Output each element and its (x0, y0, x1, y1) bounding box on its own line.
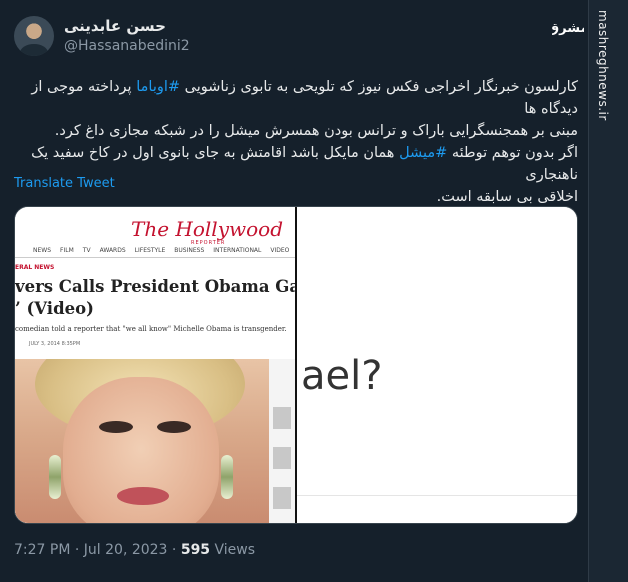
author-name[interactable]: حسن عابدینی (64, 17, 166, 35)
media-right-panel[interactable]: ael? (297, 207, 577, 523)
nav-item: INTERNATIONAL (213, 247, 262, 254)
article-deck: comedian told a reporter that "we all kn… (15, 325, 287, 333)
author-handle[interactable]: @Hassanabedini2 (64, 38, 190, 54)
watermark-text: mashreghnews.ir (596, 10, 610, 121)
hashtag-michelle[interactable]: #میشل (399, 145, 447, 161)
tweet-media[interactable]: The Hollywood REPORTER NEWS FILM TV AWAR… (14, 206, 578, 524)
tweet-meta: 7:27 PM · Jul 20, 2023 · 595 Views (14, 542, 256, 558)
article-headline-line-1: vers Calls President Obama Gay, Says (15, 277, 295, 296)
mashregh-logo: مشرق (552, 21, 584, 36)
article-category: ERAL NEWS (15, 264, 55, 271)
divider (15, 257, 295, 258)
portrait-photo (15, 359, 269, 523)
nav-item: VIDEO (270, 247, 290, 254)
logo-text: مشرق (552, 21, 584, 36)
nav-item: AWARDS (99, 247, 126, 254)
translate-tweet-link[interactable]: Translate Tweet (14, 176, 115, 191)
nav-item: FILM (60, 247, 74, 254)
site-nav: NEWS FILM TV AWARDS LIFESTYLE BUSINESS I… (33, 247, 307, 254)
media-left-panel[interactable]: The Hollywood REPORTER NEWS FILM TV AWAR… (15, 207, 307, 523)
nav-item: TV (82, 247, 91, 254)
divider (297, 495, 577, 496)
article-date: JULY 3, 2014 8:35PM (29, 341, 81, 347)
cropped-text: ael? (301, 353, 383, 399)
hashtag-obama[interactable]: #اوباما (136, 79, 180, 95)
views-label: Views (214, 542, 256, 558)
nav-item: LIFESTYLE (134, 247, 166, 254)
tweet-time[interactable]: 7:27 PM (14, 542, 70, 558)
hollywood-reporter-logo: The Hollywood (131, 217, 283, 241)
avatar[interactable] (14, 16, 54, 56)
nav-item: NEWS (33, 247, 52, 254)
tweet-line-2: مبنی بر همجنسگرایی باراک و ترانس بودن هم… (54, 123, 578, 139)
article-headline-line-2: ’ (Video) (15, 299, 94, 318)
nav-item: BUSINESS (174, 247, 205, 254)
views-count: 595 (180, 542, 211, 558)
hollywood-reporter-logo-sub: REPORTER (191, 240, 226, 246)
tweet-line-1: کارلسون خبرنگار اخراجی فکس نیوز که تلویح… (31, 79, 578, 117)
tweet-date[interactable]: Jul 20, 2023 (84, 542, 168, 558)
article-sidebar (269, 359, 295, 523)
